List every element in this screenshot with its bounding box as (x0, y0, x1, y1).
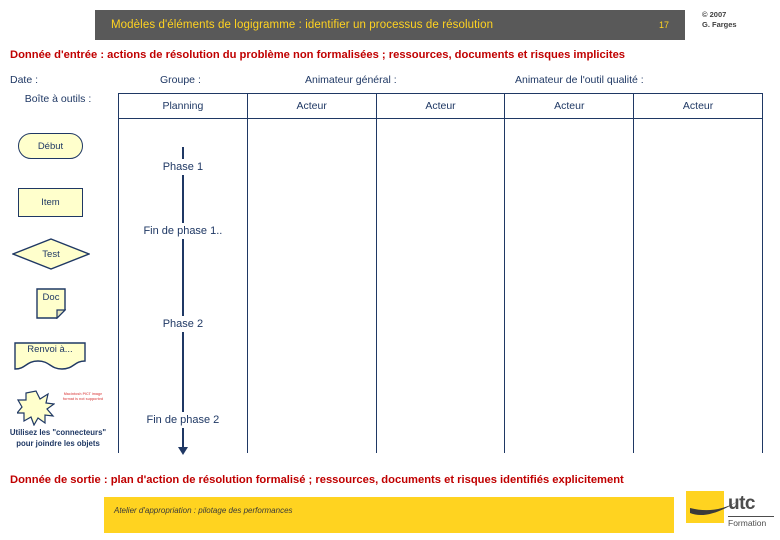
marker-fin-phase-1: Fin de phase 1.. (119, 223, 247, 239)
marker-phase-2: Phase 2 (119, 316, 247, 332)
swimlane-header-row: Planning Acteur Acteur Acteur Acteur (118, 93, 763, 119)
label-animator-quality: Animateur de l'outil qualité : (515, 74, 644, 86)
shape-renvoi[interactable]: Renvoi à... (14, 342, 86, 372)
shape-doc-label: Doc (42, 292, 60, 303)
output-data-banner: Donnée de sortie : plan d'action de réso… (10, 474, 624, 486)
swimlane-body: Phase 1 Fin de phase 1.. Phase 2 Fin de … (118, 119, 763, 455)
shape-item-label: Item (41, 197, 60, 208)
copyright-year: © 2007 (702, 10, 727, 19)
page-title: Modèles d'éléments de logigramme : ident… (111, 19, 494, 31)
utc-formation-logo: utc Formation (686, 491, 774, 537)
explosion-icon (15, 390, 56, 427)
input-data-banner: Donnée d'entrée : actions de résolution … (10, 49, 626, 61)
lane-header-acteur-3[interactable]: Acteur (505, 94, 635, 118)
shape-debut[interactable]: Début (18, 133, 83, 159)
toolbox-caption: Utilisez les "connecteurs" pour joindre … (9, 428, 107, 448)
slide-canvas: Modèles d'éléments de logigramme : ident… (0, 0, 780, 540)
logo-utc-text: utc (728, 493, 756, 514)
logo-formation-text: Formation (728, 518, 767, 528)
label-animator-general: Animateur général : (305, 74, 397, 86)
lane-header-acteur-2[interactable]: Acteur (377, 94, 506, 118)
copyright-author: G. Farges (702, 20, 737, 29)
shape-test[interactable]: Test (11, 238, 91, 270)
lane-header-acteur-4[interactable]: Acteur (634, 94, 762, 118)
lane-header-planning[interactable]: Planning (119, 94, 248, 118)
pict-unsupported-warning: Macintosh PICT image format is not suppo… (62, 392, 104, 402)
marker-fin-phase-2: Fin de phase 2 (119, 412, 247, 428)
label-date: Date : (10, 74, 39, 86)
lane-header-acteur-1[interactable]: Acteur (248, 94, 377, 118)
shape-doc[interactable]: Doc (36, 288, 67, 320)
footer-text: Atelier d'appropriation : pilotage des p… (114, 506, 293, 515)
shape-test-label: Test (42, 248, 60, 260)
lane-column-acteur-4[interactable] (634, 119, 763, 453)
lane-column-acteur-3[interactable] (505, 119, 635, 453)
label-group: Groupe : (160, 74, 201, 86)
footer-bar: Atelier d'appropriation : pilotage des p… (104, 497, 674, 533)
slide-title-bar: Modèles d'éléments de logigramme : ident… (95, 10, 685, 40)
slide-number: 17 (658, 20, 669, 30)
shape-item[interactable]: Item (18, 188, 83, 217)
shape-debut-label: Début (37, 140, 64, 152)
lane-column-acteur-2[interactable] (377, 119, 506, 453)
timeline-line (181, 147, 184, 449)
marker-phase-1: Phase 1 (119, 159, 247, 175)
lane-column-acteur-1[interactable] (248, 119, 377, 453)
logo-divider (728, 516, 774, 518)
shape-renvoi-label: Renvoi à... (27, 344, 73, 355)
toolbox-title: Boîte à outils : (24, 93, 92, 105)
lane-column-planning[interactable]: Phase 1 Fin de phase 1.. Phase 2 Fin de … (118, 119, 248, 455)
swimlane-table: Planning Acteur Acteur Acteur Acteur Pha… (118, 93, 763, 455)
copyright-notice: © 2007 G. Farges (702, 10, 774, 30)
shape-burst[interactable] (15, 390, 56, 427)
timeline-arrow-icon (177, 447, 188, 455)
